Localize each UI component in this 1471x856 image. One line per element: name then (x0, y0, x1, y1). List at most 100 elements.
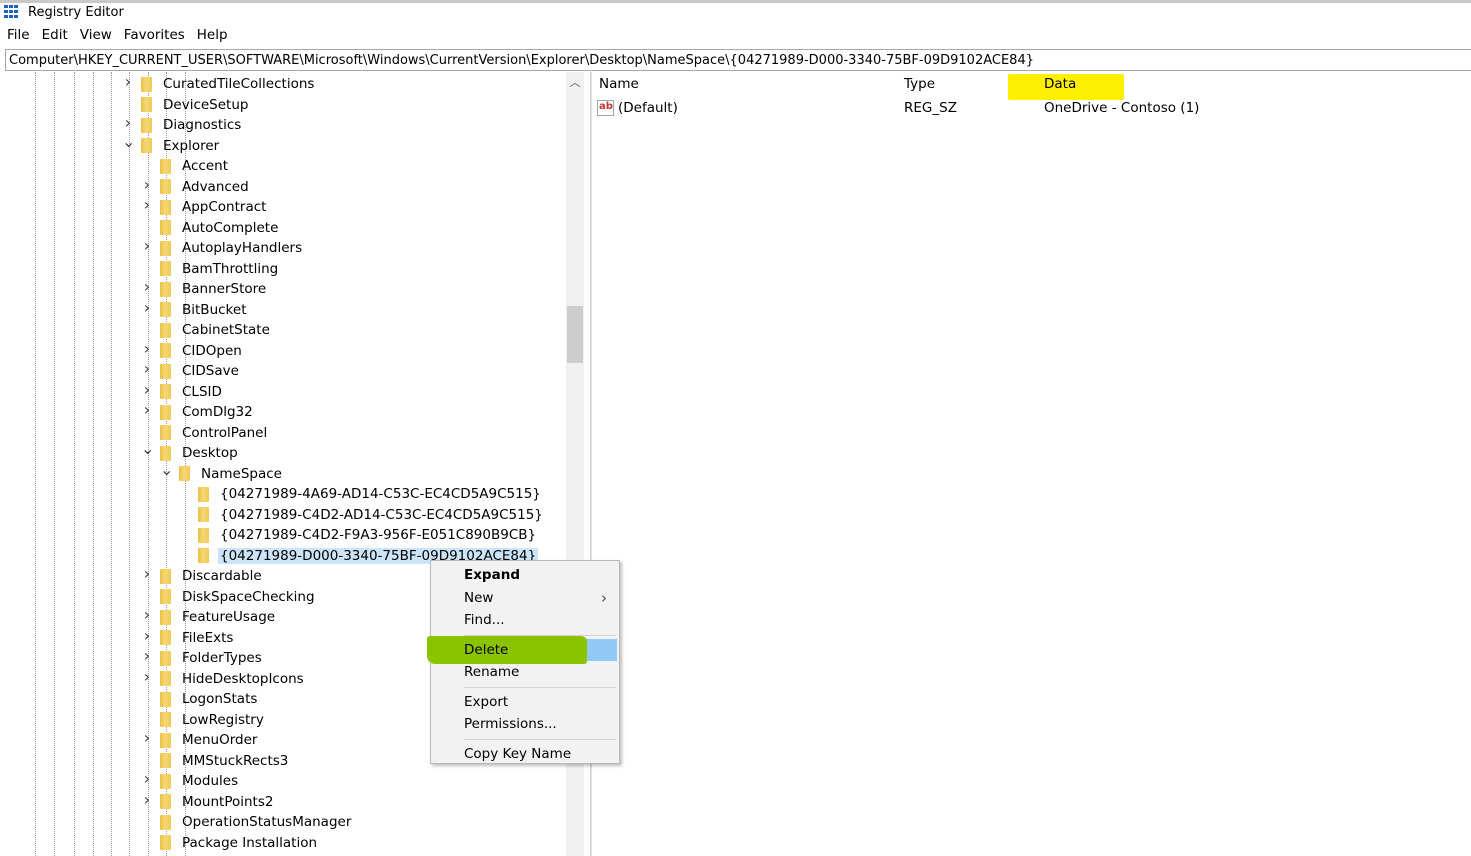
chevron-right-icon[interactable]: › (122, 76, 134, 88)
menu-edit[interactable]: Edit (37, 27, 73, 43)
context-menu-label: Expand (464, 567, 520, 583)
context-menu-expand[interactable]: Expand (431, 564, 619, 586)
column-header-name[interactable]: Name (599, 76, 639, 92)
tree-item[interactable]: ›FolderTypes (147, 648, 264, 668)
chevron-right-icon[interactable]: › (141, 199, 153, 211)
chevron-right-icon[interactable]: › (122, 117, 134, 129)
tree-item[interactable]: ›HideDesktopIcons (147, 669, 306, 689)
chevron-right-icon[interactable]: › (141, 609, 153, 621)
tree-item[interactable]: DeviceSetup (128, 95, 250, 115)
tree-item[interactable]: ›Diagnostics (128, 115, 243, 135)
menu-view[interactable]: View (75, 27, 117, 43)
tree-item-label: {04271989-4A69-AD14-C53C-EC4CD5A9C515} (218, 486, 543, 502)
tree-item-label: AutoComplete (180, 220, 280, 236)
address-bar[interactable]: Computer\HKEY_CURRENT_USER\SOFTWARE\Micr… (5, 49, 1471, 71)
tree-item-label: HideDesktopIcons (180, 671, 306, 687)
tree-item[interactable]: ⌄NameSpace (166, 464, 284, 484)
chevron-right-icon[interactable]: › (141, 179, 153, 191)
scroll-up-arrow-icon[interactable]: ︿ (566, 74, 584, 90)
tree-item[interactable]: ›BannerStore (147, 279, 268, 299)
tree-item[interactable]: ›Discardable (147, 566, 264, 586)
folder-icon (160, 446, 171, 461)
tree-item[interactable]: ›MountPoints2 (147, 792, 275, 812)
menu-file[interactable]: File (2, 27, 35, 43)
tree-item[interactable]: ›MenuOrder (147, 730, 259, 750)
chevron-down-icon[interactable]: ⌄ (122, 136, 134, 148)
tree-item[interactable]: ›CuratedTileCollections (128, 74, 316, 94)
context-menu-find[interactable]: Find... (431, 609, 619, 631)
chevron-right-icon[interactable]: › (141, 568, 153, 580)
tree-item-label: BitBucket (180, 302, 248, 318)
chevron-right-icon[interactable]: › (141, 404, 153, 416)
tree-item[interactable]: LowRegistry (147, 710, 266, 730)
tree-item[interactable]: Package Installation (147, 833, 319, 853)
chevron-right-icon[interactable]: › (141, 794, 153, 806)
tree-item[interactable]: ›BitBucket (147, 300, 248, 320)
tree-item[interactable]: {04271989-4A69-AD14-C53C-EC4CD5A9C515} (185, 484, 543, 504)
chevron-right-icon[interactable]: › (141, 671, 153, 683)
tree-item[interactable]: CabinetState (147, 320, 272, 340)
tree-item[interactable]: ›FeatureUsage (147, 607, 277, 627)
context-menu-label: Copy Key Name (464, 746, 571, 762)
column-header-data[interactable]: Data (1044, 76, 1076, 92)
tree-item[interactable]: DiskSpaceChecking (147, 587, 317, 607)
tree-item[interactable]: BamThrottling (147, 259, 280, 279)
tree-item[interactable]: ›ComDlg32 (147, 402, 255, 422)
value-name[interactable]: (Default) (618, 100, 678, 116)
tree-item-label: Discardable (180, 568, 264, 584)
chevron-right-icon[interactable]: › (141, 240, 153, 252)
context-menu-label: Rename (464, 664, 519, 680)
chevron-right-icon[interactable]: › (141, 773, 153, 785)
folder-icon (160, 753, 171, 768)
folder-icon (160, 835, 171, 850)
tree-item-label: BamThrottling (180, 261, 280, 277)
folder-icon (160, 610, 171, 625)
tree-item[interactable]: MMStuckRects3 (147, 751, 290, 771)
tree-item[interactable]: ›Modules (147, 771, 240, 791)
context-menu-copy-key-name[interactable]: Copy Key Name (431, 743, 619, 765)
scroll-thumb[interactable] (567, 306, 583, 363)
menu-help[interactable]: Help (192, 27, 233, 43)
context-menu-new[interactable]: New› (431, 587, 619, 609)
values-list[interactable]: Name Type Data ab (Default) REG_SZ OneDr… (592, 72, 1471, 856)
chevron-down-icon[interactable]: ⌄ (141, 443, 153, 455)
folder-icon (141, 118, 152, 133)
tree-guide-line (54, 72, 55, 856)
context-menu-export[interactable]: Export (431, 691, 619, 713)
chevron-right-icon[interactable]: › (141, 732, 153, 744)
tree-guide-line (74, 72, 75, 856)
chevron-right-icon[interactable]: › (141, 650, 153, 662)
chevron-right-icon[interactable]: › (141, 281, 153, 293)
folder-icon (160, 261, 171, 276)
menu-favorites[interactable]: Favorites (119, 27, 190, 43)
tree-item[interactable]: ›CLSID (147, 382, 224, 402)
tree-item[interactable]: ›AppContract (147, 197, 268, 217)
tree-item-label: Modules (180, 773, 240, 789)
folder-icon (160, 302, 171, 317)
chevron-right-icon[interactable]: › (141, 384, 153, 396)
context-menu-label: Delete (464, 642, 508, 658)
column-header-type[interactable]: Type (904, 76, 935, 92)
chevron-right-icon[interactable]: › (141, 343, 153, 355)
tree-item[interactable]: ›FileExts (147, 628, 235, 648)
chevron-right-icon[interactable]: › (141, 302, 153, 314)
tree-item[interactable]: ›CIDOpen (147, 341, 244, 361)
tree-item[interactable]: ControlPanel (147, 423, 269, 443)
tree-item[interactable]: {04271989-C4D2-F9A3-956F-E051C890B9CB} (185, 525, 538, 545)
context-menu-permissions[interactable]: Permissions... (431, 713, 619, 735)
tree-item[interactable]: ⌄Explorer (128, 136, 221, 156)
tree-item[interactable]: AutoComplete (147, 218, 280, 238)
folder-icon (179, 466, 190, 481)
tree-item[interactable]: ›Advanced (147, 177, 251, 197)
chevron-down-icon[interactable]: ⌄ (160, 464, 172, 476)
tree-item[interactable]: LogonStats (147, 689, 259, 709)
tree-item[interactable]: OperationStatusManager (147, 812, 353, 832)
tree-item[interactable]: ›AutoplayHandlers (147, 238, 304, 258)
context-menu-rename[interactable]: Rename (431, 661, 619, 683)
tree-item[interactable]: ›CIDSave (147, 361, 241, 381)
chevron-right-icon[interactable]: › (141, 630, 153, 642)
tree-item[interactable]: {04271989-C4D2-AD14-C53C-EC4CD5A9C515} (185, 505, 545, 525)
context-menu-delete[interactable]: Delete (433, 639, 617, 661)
chevron-right-icon[interactable]: › (141, 363, 153, 375)
tree-item[interactable]: Accent (147, 156, 230, 176)
